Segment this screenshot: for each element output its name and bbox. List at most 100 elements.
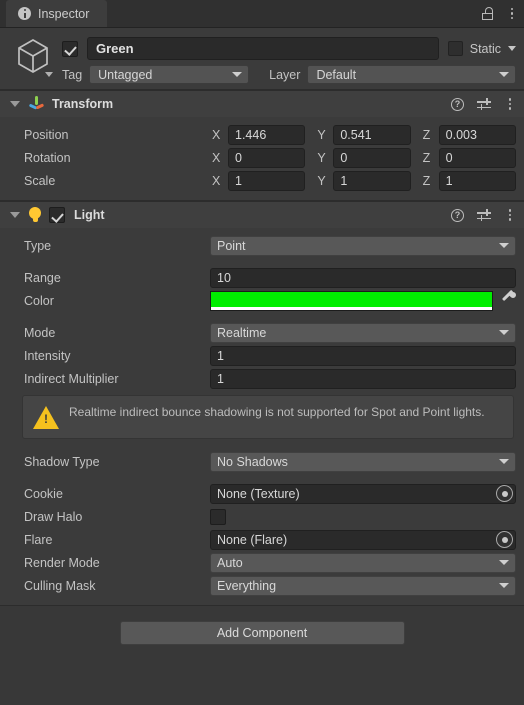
rotation-y-input[interactable]: 0 [333, 147, 411, 168]
component-transform: Transform ? Position X 1.446 Y 0.541 Z 0… [0, 90, 524, 201]
kebab-menu-icon[interactable] [504, 209, 516, 221]
preset-settings-icon[interactable] [477, 209, 491, 221]
cube-icon[interactable] [12, 35, 54, 79]
static-toggle-group[interactable]: Static [447, 41, 516, 56]
intensity-label: Intensity [24, 348, 71, 363]
type-dropdown[interactable]: Point [210, 235, 516, 256]
foldout-triangle-icon[interactable] [10, 101, 20, 107]
tag-layer-row: Tag Untagged Layer Default [62, 65, 516, 84]
layer-dropdown[interactable]: Default [307, 65, 516, 84]
static-checkbox[interactable] [447, 41, 463, 56]
tab-bar-actions [482, 0, 518, 27]
unlocked-padlock-icon[interactable] [482, 7, 493, 20]
inspector-window: Inspector Green Static Tag Untagged Laye… [0, 0, 524, 705]
axis-x-label: X [212, 173, 221, 188]
chevron-down-icon [499, 583, 509, 588]
position-x-input[interactable]: 1.446 [228, 124, 306, 145]
transform-gizmo-icon [28, 96, 44, 112]
component-light: Light ? Type Point Range 10 Color Mode R… [0, 201, 524, 606]
eyedropper-icon[interactable] [499, 289, 518, 310]
position-y-input[interactable]: 0.541 [333, 124, 411, 145]
cube-icon-svg [18, 39, 48, 73]
draw-halo-checkbox[interactable] [210, 508, 226, 525]
scale-label: Scale [24, 173, 56, 188]
rotation-x-input[interactable]: 0 [228, 147, 306, 168]
axis-z-label: Z [422, 150, 431, 165]
light-range-row: Range 10 [0, 266, 524, 289]
indirect-multiplier-input[interactable]: 1 [210, 368, 516, 389]
chevron-down-icon [499, 560, 509, 565]
scale-z-input[interactable]: 1 [438, 170, 516, 191]
tag-dropdown[interactable]: Untagged [89, 65, 250, 84]
object-picker-icon[interactable] [496, 485, 513, 502]
chevron-down-icon[interactable] [45, 72, 53, 77]
scale-y-input[interactable]: 1 [333, 170, 411, 191]
transform-scale-row: Scale X 1 Y 1 Z 1 [0, 169, 524, 192]
mode-label: Mode [24, 325, 56, 340]
help-icon[interactable]: ? [451, 208, 464, 222]
flare-value: None (Flare) [217, 532, 288, 547]
culling-mask-dropdown[interactable]: Everything [210, 575, 516, 596]
chevron-down-icon [499, 459, 509, 464]
flare-object-field[interactable]: None (Flare) [210, 529, 516, 550]
position-z-input[interactable]: 0.003 [438, 124, 516, 145]
help-icon[interactable]: ? [451, 97, 464, 111]
shadow-type-dropdown[interactable]: No Shadows [210, 451, 516, 472]
cookie-object-field[interactable]: None (Texture) [210, 483, 516, 504]
cookie-value: None (Texture) [217, 486, 300, 501]
kebab-menu-icon[interactable] [504, 98, 516, 110]
transform-header-actions: ? [451, 91, 516, 117]
warning-box: Realtime indirect bounce shadowing is no… [22, 395, 514, 439]
scale-x-input[interactable]: 1 [228, 170, 306, 191]
lightbulb-icon [28, 207, 42, 223]
intensity-input[interactable]: 1 [210, 345, 516, 366]
render-mode-label: Render Mode [24, 555, 100, 570]
light-mode-row: Mode Realtime [0, 321, 524, 344]
add-component-button[interactable]: Add Component [119, 621, 405, 645]
culling-mask-label: Culling Mask [24, 578, 96, 593]
light-color-row: Color [0, 289, 524, 312]
render-mode-dropdown[interactable]: Auto [210, 552, 516, 573]
cookie-label: Cookie [24, 486, 63, 501]
transform-title: Transform [52, 97, 114, 111]
light-header[interactable]: Light ? [0, 202, 524, 228]
preset-settings-icon[interactable] [477, 98, 491, 110]
position-vector3: X 1.446 Y 0.541 Z 0.003 [210, 124, 516, 145]
static-dropdown-icon[interactable] [508, 46, 516, 51]
axis-y-label: Y [317, 127, 326, 142]
axis-x-label: X [212, 150, 221, 165]
color-swatch[interactable] [210, 290, 493, 311]
tag-value: Untagged [98, 67, 153, 82]
shadow-type-label: Shadow Type [24, 454, 100, 469]
warning-text: Realtime indirect bounce shadowing is no… [69, 405, 485, 419]
chevron-down-icon [232, 72, 243, 77]
rotation-z-input[interactable]: 0 [438, 147, 516, 168]
light-title: Light [74, 208, 105, 222]
axis-y-label: Y [317, 150, 326, 165]
light-body: Type Point Range 10 Color Mode Realtime … [0, 228, 524, 605]
axis-z-label: Z [422, 127, 431, 142]
light-shadow-type-row: Shadow Type No Shadows [0, 450, 524, 473]
light-enabled-checkbox[interactable] [49, 207, 65, 223]
light-render-mode-row: Render Mode Auto [0, 551, 524, 574]
transform-header[interactable]: Transform ? [0, 91, 524, 117]
indirect-multiplier-label: Indirect Multiplier [24, 371, 119, 386]
layer-value: Default [316, 67, 357, 82]
mode-value: Realtime [217, 325, 267, 340]
rotation-label: Rotation [24, 150, 71, 165]
object-enabled-checkbox[interactable] [62, 40, 78, 57]
mode-dropdown[interactable]: Realtime [210, 322, 516, 343]
object-picker-icon[interactable] [496, 531, 513, 548]
range-input[interactable]: 10 [210, 267, 516, 288]
info-icon [18, 7, 31, 20]
shadow-type-value: No Shadows [217, 454, 288, 469]
tab-bar: Inspector [0, 0, 524, 28]
axis-y-label: Y [317, 173, 326, 188]
range-label: Range [24, 270, 61, 285]
object-name-field[interactable]: Green [87, 37, 439, 60]
kebab-menu-icon[interactable] [506, 7, 518, 20]
foldout-triangle-icon[interactable] [10, 212, 20, 218]
tab-inspector[interactable]: Inspector [6, 0, 108, 27]
